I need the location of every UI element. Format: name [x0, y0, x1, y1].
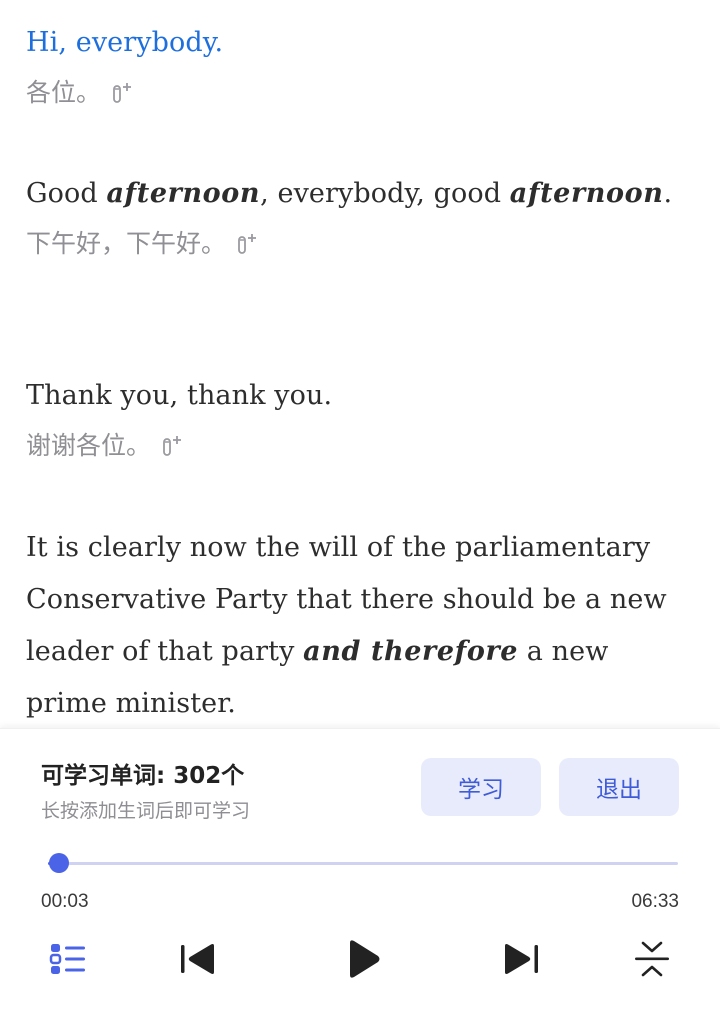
vocab-hint: 长按添加生词后即可学习 [41, 800, 251, 822]
transcript-list[interactable]: Hi, everybody. 各位。 Good afternoon, every… [0, 0, 720, 728]
english-sentence[interactable]: It is clearly now the will of the parlia… [26, 522, 692, 728]
highlight-word[interactable]: and therefore [303, 636, 518, 667]
sentence-text: Thank you, thank you. [26, 380, 333, 411]
learn-button[interactable]: 学习 [421, 758, 541, 816]
highlight-word[interactable]: afternoon [510, 178, 664, 209]
chinese-translation: 谢谢各位。 [26, 426, 694, 466]
sentence-text: Hi, everybody. [26, 27, 224, 58]
progress-knob[interactable] [49, 853, 70, 873]
sentence-text: Good [26, 178, 107, 209]
transcript-segment[interactable]: Hi, everybody. 各位。 [26, 17, 694, 113]
collapse-icon[interactable] [628, 935, 676, 983]
translation-text: 下午好，下午好。 [26, 229, 227, 258]
vocab-count-title: 可学习单词: 302个 [41, 763, 245, 789]
play-icon[interactable] [338, 935, 386, 983]
sentence-text: , everybody, good [260, 178, 510, 209]
english-sentence[interactable]: Hi, everybody. [26, 17, 694, 69]
transcript-segment[interactable]: Thank you, thank you. 谢谢各位。 [26, 370, 694, 466]
current-time: 00:03 [41, 891, 89, 912]
add-word-icon[interactable] [161, 433, 185, 459]
add-word-icon[interactable] [111, 80, 135, 106]
chinese-translation: 各位。 [26, 73, 694, 113]
add-word-icon[interactable] [236, 231, 260, 257]
translation-text: 谢谢各位。 [26, 431, 152, 460]
sentence-text: . [663, 178, 673, 209]
player-panel: 可学习单词: 302个 长按添加生词后即可学习 学习 退出 00:03 06:3… [0, 728, 720, 1019]
total-time: 06:33 [631, 891, 679, 912]
progress-track[interactable] [48, 862, 678, 865]
highlight-word[interactable]: afternoon [106, 178, 260, 209]
skip-next-icon[interactable] [497, 935, 545, 983]
transcript-segment[interactable]: It is clearly now the will of the parlia… [26, 522, 692, 728]
english-sentence[interactable]: Good afternoon, everybody, good afternoo… [26, 168, 694, 220]
exit-button[interactable]: 退出 [559, 758, 679, 816]
translation-text: 各位。 [26, 78, 102, 107]
chinese-translation: 下午好，下午好。 [26, 224, 694, 264]
transcript-segment[interactable]: Good afternoon, everybody, good afternoo… [26, 168, 694, 264]
playlist-icon[interactable] [44, 935, 92, 983]
english-sentence[interactable]: Thank you, thank you. [26, 370, 694, 422]
skip-previous-icon[interactable] [174, 935, 222, 983]
